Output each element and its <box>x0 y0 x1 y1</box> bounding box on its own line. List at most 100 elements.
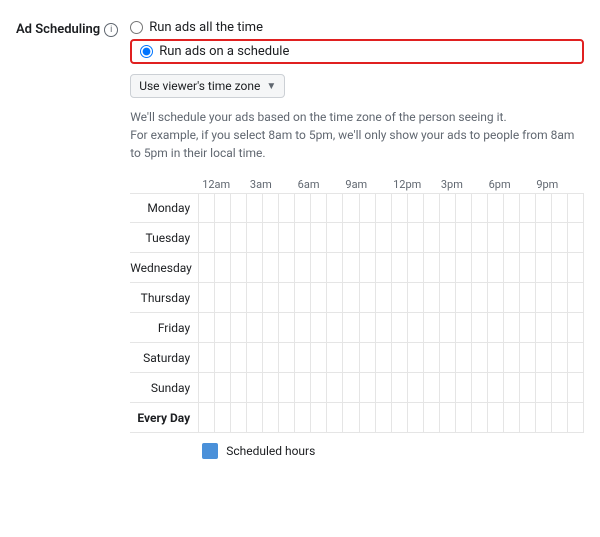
grid-cell[interactable] <box>488 253 504 282</box>
grid-cell[interactable] <box>552 343 568 372</box>
grid-cell[interactable] <box>360 223 376 252</box>
run-on-schedule-radio[interactable] <box>140 45 153 58</box>
grid-cell[interactable] <box>456 343 472 372</box>
grid-cell[interactable] <box>504 194 520 222</box>
grid-cell[interactable] <box>552 313 568 342</box>
grid-cell[interactable] <box>311 373 327 402</box>
grid-cell[interactable] <box>263 223 279 252</box>
grid-cell[interactable] <box>247 373 263 402</box>
grid-cell[interactable] <box>215 253 231 282</box>
grid-cell[interactable] <box>215 403 231 432</box>
grid-cell[interactable] <box>536 253 552 282</box>
info-icon[interactable]: i <box>104 23 118 37</box>
grid-cell[interactable] <box>295 194 311 222</box>
grid-cell[interactable] <box>376 343 392 372</box>
grid-cell[interactable] <box>520 223 536 252</box>
grid-cell[interactable] <box>552 403 568 432</box>
grid-cell[interactable] <box>488 283 504 312</box>
grid-cell[interactable] <box>456 313 472 342</box>
grid-cell[interactable] <box>536 223 552 252</box>
grid-cell[interactable] <box>392 343 408 372</box>
grid-cell[interactable] <box>215 223 231 252</box>
grid-cell[interactable] <box>376 253 392 282</box>
grid-cell[interactable] <box>199 403 215 432</box>
grid-cell[interactable] <box>360 194 376 222</box>
grid-cell[interactable] <box>247 403 263 432</box>
grid-cell[interactable] <box>311 253 327 282</box>
grid-cell[interactable] <box>536 343 552 372</box>
grid-cell[interactable] <box>295 403 311 432</box>
grid-cell[interactable] <box>456 373 472 402</box>
grid-cell[interactable] <box>424 223 440 252</box>
grid-cell[interactable] <box>568 253 584 282</box>
grid-cell[interactable] <box>263 283 279 312</box>
grid-cell[interactable] <box>408 313 424 342</box>
grid-cell[interactable] <box>376 283 392 312</box>
grid-cell[interactable] <box>360 343 376 372</box>
grid-cell[interactable] <box>295 313 311 342</box>
grid-cell[interactable] <box>536 403 552 432</box>
grid-cell[interactable] <box>520 373 536 402</box>
grid-cell[interactable] <box>520 283 536 312</box>
grid-cell[interactable] <box>247 313 263 342</box>
grid-cell[interactable] <box>279 403 295 432</box>
grid-cell[interactable] <box>279 343 295 372</box>
grid-cell[interactable] <box>327 223 343 252</box>
grid-cell[interactable] <box>360 403 376 432</box>
grid-cell[interactable] <box>456 253 472 282</box>
grid-cell[interactable] <box>311 283 327 312</box>
grid-cell[interactable] <box>376 313 392 342</box>
grid-cell[interactable] <box>392 373 408 402</box>
grid-cell[interactable] <box>552 194 568 222</box>
grid-cell[interactable] <box>343 194 359 222</box>
run-all-time-radio[interactable] <box>130 21 143 34</box>
grid-cell[interactable] <box>279 194 295 222</box>
grid-cell[interactable] <box>488 313 504 342</box>
grid-cell[interactable] <box>536 373 552 402</box>
grid-cell[interactable] <box>568 403 584 432</box>
grid-cell[interactable] <box>295 343 311 372</box>
grid-cell[interactable] <box>311 313 327 342</box>
grid-cell[interactable] <box>504 403 520 432</box>
grid-cell[interactable] <box>231 313 247 342</box>
grid-cell[interactable] <box>520 343 536 372</box>
grid-cell[interactable] <box>472 223 488 252</box>
grid-cell[interactable] <box>231 343 247 372</box>
run-ads-all-time-option[interactable]: Run ads all the time <box>130 20 584 35</box>
grid-cell[interactable] <box>327 194 343 222</box>
grid-cell[interactable] <box>199 313 215 342</box>
grid-cell[interactable] <box>424 313 440 342</box>
grid-cell[interactable] <box>199 343 215 372</box>
grid-cell[interactable] <box>472 253 488 282</box>
grid-cell[interactable] <box>199 194 215 222</box>
grid-cell[interactable] <box>472 343 488 372</box>
grid-cell[interactable] <box>295 283 311 312</box>
grid-cell[interactable] <box>263 373 279 402</box>
grid-cell[interactable] <box>408 253 424 282</box>
grid-cell[interactable] <box>295 223 311 252</box>
grid-cell[interactable] <box>231 373 247 402</box>
grid-cell[interactable] <box>279 373 295 402</box>
grid-cell[interactable] <box>311 343 327 372</box>
grid-cell[interactable] <box>472 313 488 342</box>
grid-cell[interactable] <box>392 313 408 342</box>
grid-cell[interactable] <box>504 223 520 252</box>
grid-cell[interactable] <box>408 283 424 312</box>
grid-cell[interactable] <box>279 253 295 282</box>
grid-cell[interactable] <box>504 343 520 372</box>
grid-cell[interactable] <box>568 223 584 252</box>
grid-cell[interactable] <box>440 343 456 372</box>
grid-cell[interactable] <box>392 253 408 282</box>
grid-cell[interactable] <box>311 403 327 432</box>
grid-cell[interactable] <box>279 283 295 312</box>
grid-cell[interactable] <box>472 194 488 222</box>
grid-cell[interactable] <box>504 313 520 342</box>
grid-cell[interactable] <box>376 373 392 402</box>
grid-cell[interactable] <box>231 223 247 252</box>
grid-cell[interactable] <box>440 194 456 222</box>
grid-cell[interactable] <box>488 223 504 252</box>
grid-cell[interactable] <box>392 194 408 222</box>
grid-cell[interactable] <box>231 194 247 222</box>
grid-cell[interactable] <box>343 403 359 432</box>
grid-cell[interactable] <box>263 313 279 342</box>
